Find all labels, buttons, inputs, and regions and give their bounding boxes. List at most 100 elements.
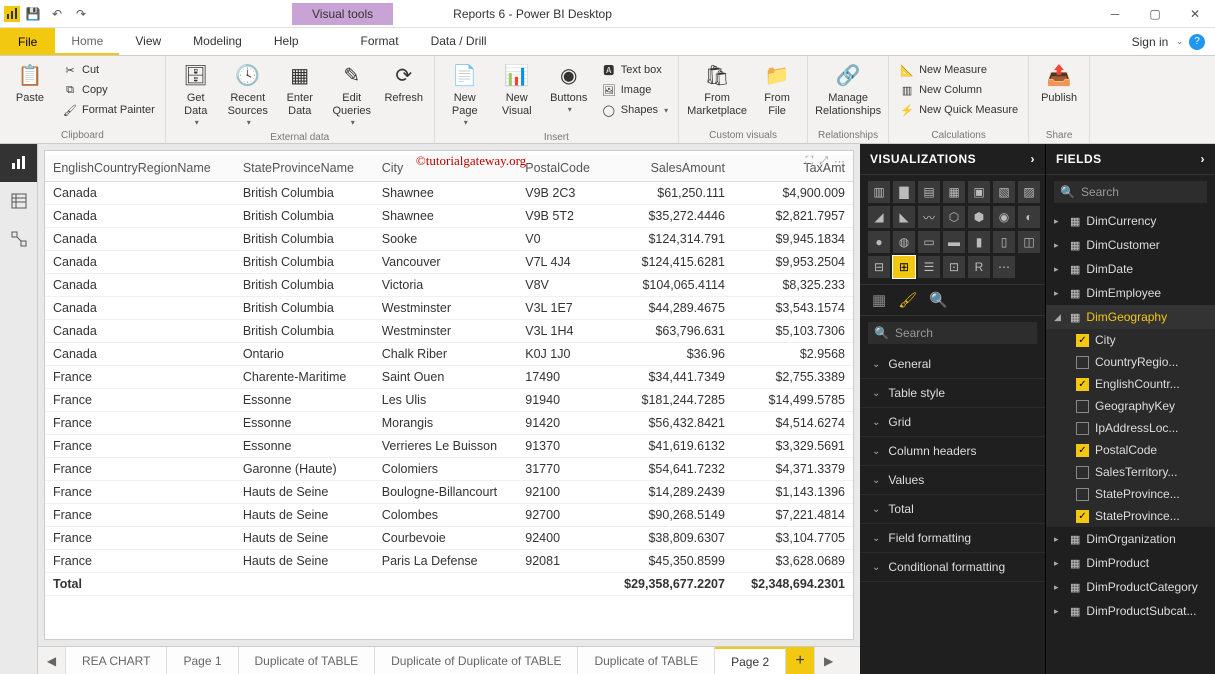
from-marketplace-button[interactable]: 🛍From Marketplace (685, 60, 749, 120)
viz-type-icon[interactable]: ▭ (918, 231, 940, 253)
enter-data-button[interactable]: ▦Enter Data (276, 60, 324, 120)
viz-type-icon[interactable]: ◐ (1018, 206, 1040, 228)
viz-type-icon[interactable]: ◉ (993, 206, 1015, 228)
field-table[interactable]: ▸▦DimCustomer (1046, 233, 1215, 257)
visual-filter-icon[interactable]: ⛶ (805, 155, 813, 168)
page-tab[interactable]: Page 2 (715, 647, 786, 674)
viz-type-icon[interactable]: ▨ (1018, 181, 1040, 203)
fields-search[interactable]: 🔍Search (1054, 181, 1207, 203)
field-table[interactable]: ▸▦DimProductSubcat... (1046, 599, 1215, 623)
viz-search[interactable]: 🔍Search (868, 322, 1037, 344)
format-painter-button[interactable]: 🖌Format Painter (58, 100, 159, 120)
viz-type-icon[interactable]: ● (868, 231, 890, 253)
table-row[interactable]: CanadaBritish ColumbiaShawneeV9B 2C3$61,… (45, 182, 853, 205)
field-column[interactable]: ✓StateProvince... (1046, 505, 1215, 527)
table-row[interactable]: FranceHauts de SeineCourbevoie92400$38,8… (45, 527, 853, 550)
table-row[interactable]: FranceEssonneLes Ulis91940$181,244.7285$… (45, 389, 853, 412)
viz-type-icon[interactable]: ◍ (893, 231, 915, 253)
format-section[interactable]: ⌄Field formatting (860, 524, 1045, 553)
viz-type-icon[interactable]: ▥ (868, 181, 890, 203)
close-button[interactable]: ✕ (1175, 0, 1215, 28)
viz-type-icon[interactable]: R (968, 256, 990, 278)
qat-save-icon[interactable]: 💾 (22, 3, 44, 25)
visual-tools-tab[interactable]: Visual tools (292, 3, 393, 25)
menu-data-drill[interactable]: Data / Drill (415, 28, 503, 55)
field-checkbox[interactable] (1076, 422, 1089, 435)
paste-button[interactable]: 📋Paste (6, 60, 54, 107)
menu-format[interactable]: Format (345, 28, 415, 55)
model-view-button[interactable] (0, 220, 37, 258)
field-column[interactable]: ✓City (1046, 329, 1215, 351)
field-checkbox[interactable] (1076, 488, 1089, 501)
report-view-button[interactable] (0, 144, 37, 182)
table-row[interactable]: FranceEssonneVerrieres Le Buisson91370$4… (45, 435, 853, 458)
table-row[interactable]: CanadaBritish ColumbiaWestminsterV3L 1H4… (45, 320, 853, 343)
table-row[interactable]: CanadaBritish ColumbiaSookeV0$124,314.79… (45, 228, 853, 251)
viz-type-icon[interactable]: ▇ (893, 181, 915, 203)
viz-type-icon[interactable]: ▯ (993, 231, 1015, 253)
menu-view[interactable]: View (119, 28, 177, 55)
new-column-button[interactable]: ▥New Column (895, 80, 1022, 100)
format-section[interactable]: ⌄Total (860, 495, 1045, 524)
maximize-button[interactable]: ▢ (1135, 0, 1175, 28)
field-checkbox[interactable] (1076, 466, 1089, 479)
collapse-pane-icon[interactable]: › (1201, 152, 1206, 166)
table-row[interactable]: CanadaBritish ColumbiaShawneeV9B 5T2$35,… (45, 205, 853, 228)
recent-sources-button[interactable]: 🕓Recent Sources▾ (224, 60, 272, 130)
format-section[interactable]: ⌄Table style (860, 379, 1045, 408)
viz-type-icon[interactable]: ⊟ (868, 256, 890, 278)
image-button[interactable]: 🖼Image (597, 80, 672, 100)
viz-fields-tab[interactable]: ▦ (872, 291, 886, 309)
qat-undo-icon[interactable]: ↶ (46, 3, 68, 25)
format-section[interactable]: ⌄Conditional formatting (860, 553, 1045, 582)
table-row[interactable]: CanadaOntarioChalk RiberK0J 1J0$36.96$2.… (45, 343, 853, 366)
edit-queries-button[interactable]: ✎Edit Queries▾ (328, 60, 376, 130)
cut-button[interactable]: ✂Cut (58, 60, 159, 80)
viz-type-icon[interactable]: ▧ (993, 181, 1015, 203)
viz-type-icon[interactable]: ⬢ (968, 206, 990, 228)
format-section[interactable]: ⌄Column headers (860, 437, 1045, 466)
publish-button[interactable]: 📤Publish (1035, 60, 1083, 107)
collapse-pane-icon[interactable]: › (1031, 152, 1036, 166)
textbox-button[interactable]: 🅰Text box (597, 60, 672, 80)
page-tab[interactable]: Duplicate of Duplicate of TABLE (375, 647, 578, 674)
field-column[interactable]: SalesTerritory... (1046, 461, 1215, 483)
viz-type-icon[interactable]: ⋯ (993, 256, 1015, 278)
page-tab[interactable]: Duplicate of TABLE (578, 647, 715, 674)
format-section[interactable]: ⌄General (860, 350, 1045, 379)
tabs-next-button[interactable]: ▶ (814, 647, 842, 674)
field-column[interactable]: GeographyKey (1046, 395, 1215, 417)
page-tab[interactable]: Page 1 (167, 647, 238, 674)
manage-relationships-button[interactable]: 🔗Manage Relationships (814, 60, 882, 120)
from-file-button[interactable]: 📁From File (753, 60, 801, 120)
add-page-button[interactable]: + (786, 647, 814, 674)
format-section[interactable]: ⌄Grid (860, 408, 1045, 437)
table-row[interactable]: FranceHauts de SeineColombes92700$90,268… (45, 504, 853, 527)
viz-type-icon[interactable]: 〰 (918, 206, 940, 228)
visual-more-icon[interactable]: ⋯ (834, 155, 845, 168)
tabs-prev-button[interactable]: ◀ (38, 647, 66, 674)
field-table[interactable]: ▸▦DimEmployee (1046, 281, 1215, 305)
field-column[interactable]: CountryRegio... (1046, 351, 1215, 373)
new-page-button[interactable]: 📄New Page▾ (441, 60, 489, 130)
field-checkbox[interactable] (1076, 356, 1089, 369)
page-tab[interactable]: REA CHART (66, 647, 167, 674)
field-table[interactable]: ▸▦DimOrganization (1046, 527, 1215, 551)
viz-type-icon[interactable]: ⬡ (943, 206, 965, 228)
field-checkbox[interactable]: ✓ (1076, 510, 1089, 523)
viz-format-tab[interactable]: 🖌 (898, 291, 917, 309)
table-row[interactable]: FranceHauts de SeineBoulogne-Billancourt… (45, 481, 853, 504)
viz-analytics-tab[interactable]: 🔍 (929, 291, 948, 309)
table-row[interactable]: CanadaBritish ColumbiaVancouverV7L 4J4$1… (45, 251, 853, 274)
new-visual-button[interactable]: 📊New Visual (493, 60, 541, 120)
field-table[interactable]: ◢▦DimGeography (1046, 305, 1215, 329)
field-checkbox[interactable]: ✓ (1076, 334, 1089, 347)
visual-focus-icon[interactable]: ⤢ (819, 155, 828, 168)
menu-file[interactable]: File (0, 28, 55, 55)
new-quick-measure-button[interactable]: ⚡New Quick Measure (895, 100, 1022, 120)
viz-type-icon[interactable]: ⊡ (943, 256, 965, 278)
viz-type-icon[interactable]: ▬ (943, 231, 965, 253)
data-view-button[interactable] (0, 182, 37, 220)
viz-type-icon[interactable]: ◢ (868, 206, 890, 228)
column-header[interactable]: StateProvinceName (235, 155, 374, 182)
